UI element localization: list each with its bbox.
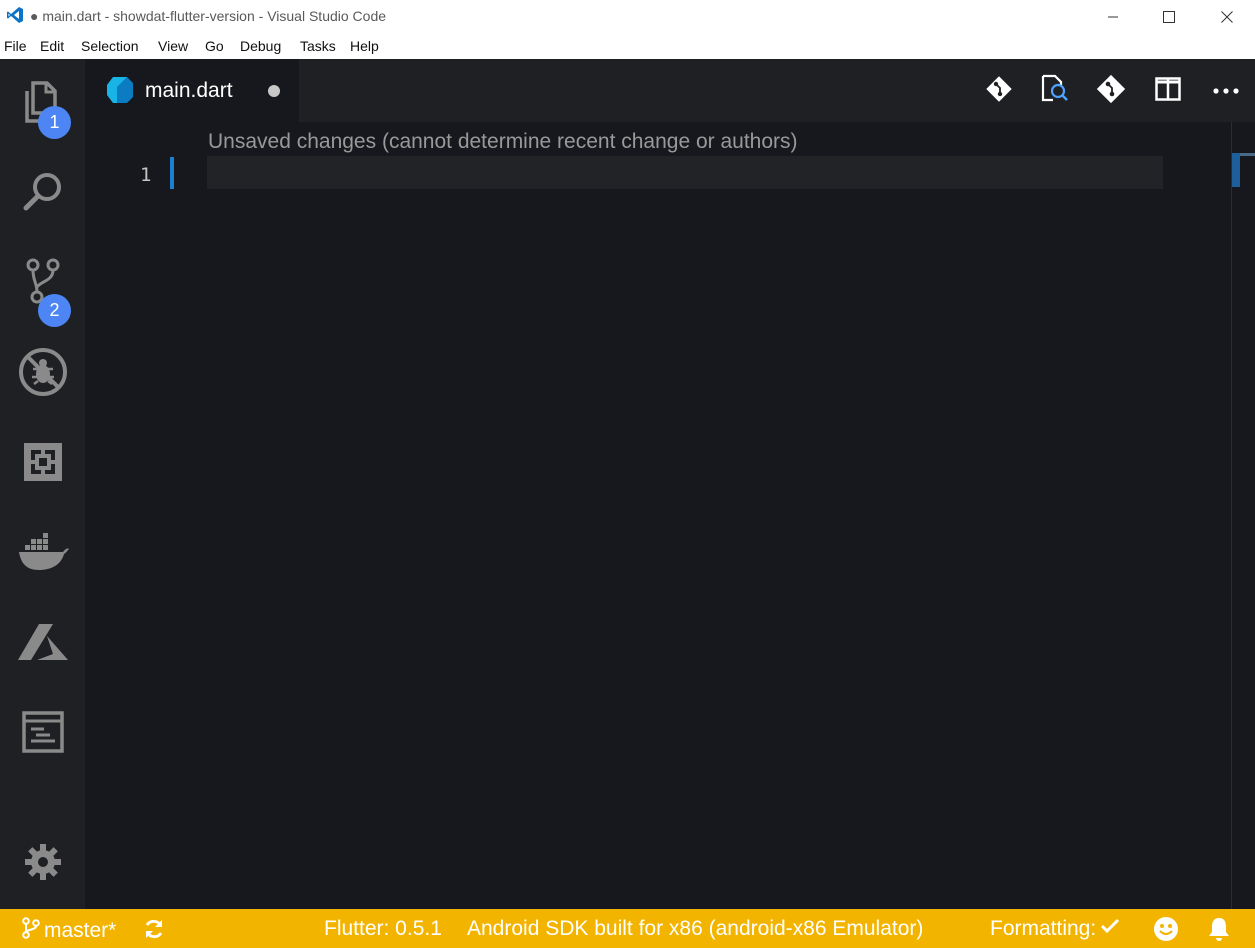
git-button[interactable] bbox=[1095, 74, 1127, 109]
window-title: ● main.dart - showdat-flutter-version - … bbox=[30, 8, 387, 24]
explorer-badge: 1 bbox=[38, 106, 71, 139]
split-editor-button[interactable] bbox=[1152, 75, 1184, 107]
menu-file[interactable]: File bbox=[4, 38, 27, 54]
activity-manage[interactable] bbox=[0, 829, 85, 899]
find-in-file-button[interactable] bbox=[1038, 74, 1070, 109]
menu-tasks[interactable]: Tasks bbox=[300, 38, 336, 54]
maximize-button[interactable] bbox=[1140, 0, 1197, 33]
activity-bar: 1 2 bbox=[0, 59, 85, 909]
device-selector[interactable]: Android SDK built for x86 (android-x86 E… bbox=[467, 917, 923, 941]
menu-selection[interactable]: Selection bbox=[81, 38, 139, 54]
git-diff-icon bbox=[985, 75, 1013, 108]
status-bar: master* Flutter: 0.5.1 Android SDK built… bbox=[0, 909, 1255, 948]
line-number: 1 bbox=[140, 164, 152, 186]
gear-icon bbox=[24, 843, 62, 886]
formatting-label: Formatting: bbox=[990, 917, 1097, 940]
menu-help[interactable]: Help bbox=[350, 38, 379, 54]
activity-output[interactable] bbox=[0, 699, 85, 769]
notifications-button[interactable] bbox=[1207, 916, 1231, 948]
close-button[interactable] bbox=[1198, 0, 1255, 33]
editor-area[interactable]: Unsaved changes (cannot determine recent… bbox=[85, 122, 1255, 909]
activity-source-control[interactable]: 2 bbox=[0, 249, 85, 327]
sync-icon bbox=[143, 918, 165, 946]
menu-edit[interactable]: Edit bbox=[40, 38, 64, 54]
git-diff-button[interactable] bbox=[983, 75, 1015, 107]
minimize-button[interactable] bbox=[1084, 0, 1141, 33]
formatting-status[interactable]: Formatting: bbox=[990, 917, 1120, 941]
source-control-badge: 2 bbox=[38, 294, 71, 327]
smiley-icon bbox=[1153, 916, 1179, 948]
git-branch-icon bbox=[22, 917, 40, 945]
bell-icon bbox=[1207, 916, 1231, 948]
tab-label: main.dart bbox=[145, 79, 233, 102]
editor-tab-bar: main.dart bbox=[85, 59, 1255, 122]
branch-status[interactable]: master* bbox=[22, 917, 116, 945]
menu-debug[interactable]: Debug bbox=[240, 38, 281, 54]
current-line-highlight bbox=[207, 156, 1163, 189]
git-icon bbox=[1096, 74, 1126, 109]
flutter-version[interactable]: Flutter: 0.5.1 bbox=[324, 917, 442, 941]
dart-file-icon bbox=[105, 75, 135, 110]
activity-debug[interactable] bbox=[0, 339, 85, 409]
more-actions-icon bbox=[1213, 82, 1239, 100]
activity-extensions[interactable] bbox=[0, 429, 85, 499]
activity-azure[interactable] bbox=[0, 609, 85, 679]
vscode-logo-icon bbox=[6, 6, 24, 27]
branch-label: master* bbox=[44, 919, 117, 942]
codelens-authors[interactable]: Unsaved changes (cannot determine recent… bbox=[208, 130, 798, 154]
activity-search[interactable] bbox=[0, 159, 85, 229]
activity-docker[interactable] bbox=[0, 519, 85, 589]
ruler-change-marker bbox=[1232, 153, 1240, 187]
find-in-file-icon bbox=[1039, 74, 1069, 109]
debug-disabled-icon bbox=[18, 347, 68, 402]
check-icon bbox=[1100, 917, 1120, 941]
docker-icon bbox=[17, 532, 69, 577]
overview-ruler[interactable] bbox=[1231, 122, 1232, 909]
more-actions-button[interactable] bbox=[1210, 75, 1242, 107]
menu-view[interactable]: View bbox=[158, 38, 188, 54]
activity-explorer[interactable]: 1 bbox=[0, 69, 85, 139]
title-bar: ● main.dart - showdat-flutter-version - … bbox=[0, 0, 1255, 33]
dirty-line-indicator bbox=[170, 157, 174, 189]
split-editor-icon bbox=[1155, 76, 1181, 106]
menu-go[interactable]: Go bbox=[205, 38, 224, 54]
azure-icon bbox=[17, 622, 69, 667]
extensions-icon bbox=[23, 442, 63, 487]
menu-bar: File Edit Selection View Go Debug Tasks … bbox=[0, 33, 1255, 59]
unsaved-dot-icon[interactable] bbox=[268, 85, 280, 97]
tab-main-dart[interactable]: main.dart bbox=[85, 59, 299, 122]
output-panel-icon bbox=[21, 710, 64, 758]
search-icon bbox=[21, 170, 65, 219]
sync-button[interactable] bbox=[143, 918, 165, 946]
feedback-button[interactable] bbox=[1153, 916, 1179, 948]
